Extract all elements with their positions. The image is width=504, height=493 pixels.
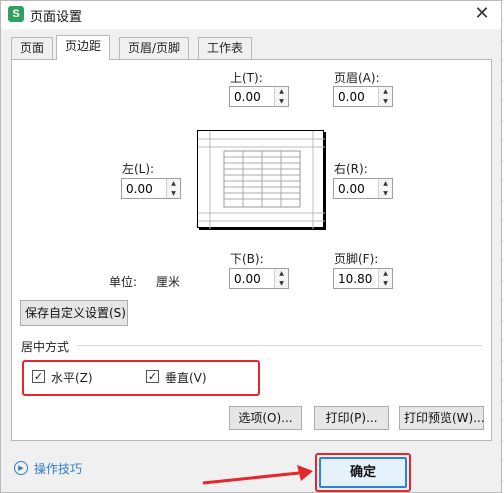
unit-value: 厘米: [156, 275, 181, 289]
spin-down-icon[interactable]: ▼: [275, 97, 288, 106]
title-bar: S 页面设置 ✕: [1, 1, 501, 29]
play-tips-icon[interactable]: ▶: [14, 461, 28, 475]
app-logo-icon: S: [8, 6, 24, 22]
spin-down-icon[interactable]: ▼: [167, 189, 180, 198]
spin-up-icon[interactable]: ▲: [379, 87, 392, 96]
tab-header-footer[interactable]: 页眉/页脚: [119, 37, 190, 59]
top-margin-label: 上(T):: [230, 71, 263, 85]
footer-margin-stepper[interactable]: ▲ ▼: [333, 268, 393, 289]
spin-up-icon[interactable]: ▲: [275, 269, 288, 278]
dialog-title: 页面设置: [30, 10, 83, 25]
spin-down-icon[interactable]: ▼: [379, 279, 392, 288]
left-margin-label: 左(L):: [122, 162, 155, 176]
header-margin-stepper[interactable]: ▲ ▼: [333, 86, 393, 107]
left-margin-stepper[interactable]: ▲ ▼: [121, 178, 181, 199]
spin-down-icon[interactable]: ▼: [379, 97, 392, 106]
save-custom-settings-button[interactable]: 保存自定义设置(S): [20, 300, 128, 326]
red-arrow-annotation: [202, 465, 313, 485]
header-margin-label: 页眉(A):: [334, 71, 380, 85]
vertical-center-label[interactable]: 垂直(V): [165, 369, 207, 386]
page-setup-dialog: S 页面设置 ✕ 页面 页边距 页眉/页脚 工作表 上(T): ▲ ▼ 页眉(A…: [0, 0, 502, 493]
operation-tips-link[interactable]: 操作技巧: [34, 460, 82, 477]
margins-panel: 上(T): ▲ ▼ 页眉(A): ▲ ▼ 左(L): ▲ ▼: [11, 59, 492, 441]
ok-button[interactable]: 确定: [319, 457, 407, 488]
spin-up-icon[interactable]: ▲: [379, 179, 392, 188]
page-preview-graphic: [198, 131, 325, 229]
footer-margin-input[interactable]: [334, 269, 378, 288]
left-margin-input[interactable]: [122, 179, 166, 198]
footer-margin-label: 页脚(F):: [334, 252, 379, 266]
right-margin-input[interactable]: [334, 179, 378, 198]
spin-up-icon[interactable]: ▲: [379, 269, 392, 278]
right-margin-stepper[interactable]: ▲ ▼: [333, 178, 393, 199]
print-preview-button[interactable]: 打印预览(W)...: [399, 406, 485, 430]
spin-down-icon[interactable]: ▼: [379, 189, 392, 198]
centering-group-title: 居中方式: [21, 340, 70, 354]
right-margin-label: 右(R):: [334, 162, 368, 176]
group-divider: [77, 345, 482, 346]
header-margin-input[interactable]: [334, 87, 378, 106]
vertical-center-checkbox[interactable]: ✓: [146, 370, 159, 383]
close-button[interactable]: ✕: [469, 3, 495, 25]
spin-down-icon[interactable]: ▼: [275, 279, 288, 288]
tab-margins[interactable]: 页边距: [56, 35, 111, 60]
horizontal-center-checkbox[interactable]: ✓: [32, 370, 45, 383]
page-preview: [197, 130, 325, 229]
spin-up-icon[interactable]: ▲: [167, 179, 180, 188]
spin-up-icon[interactable]: ▲: [275, 87, 288, 96]
top-margin-input[interactable]: [230, 87, 274, 106]
options-button[interactable]: 选项(O)...: [229, 406, 302, 430]
top-margin-stepper[interactable]: ▲ ▼: [229, 86, 289, 107]
print-button[interactable]: 打印(P)...: [314, 406, 389, 430]
tab-page[interactable]: 页面: [11, 37, 54, 59]
bottom-margin-stepper[interactable]: ▲ ▼: [229, 268, 289, 289]
bottom-margin-input[interactable]: [230, 269, 274, 288]
tab-sheet[interactable]: 工作表: [198, 37, 253, 59]
unit-label: 单位:: [109, 275, 138, 289]
horizontal-center-label[interactable]: 水平(Z): [51, 369, 93, 386]
bottom-margin-label: 下(B):: [230, 252, 264, 266]
